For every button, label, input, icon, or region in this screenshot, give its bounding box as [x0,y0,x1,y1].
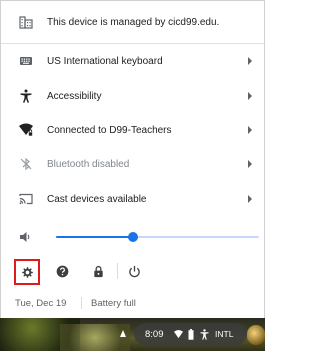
chevron-right-icon [246,57,254,65]
cast-row[interactable]: Cast devices available [1,182,266,216]
volume-slider[interactable] [56,236,259,238]
power-icon [128,265,141,278]
notification-icon[interactable] [118,329,128,339]
shelf: 8:09 INTL [0,318,265,351]
bluetooth-label: Bluetooth disabled [47,158,130,170]
help-button[interactable] [51,260,73,282]
bluetooth-disabled-icon [19,157,33,171]
tray-clock[interactable]: 8:09 [145,329,164,340]
battery-icon [188,329,194,340]
input-method-indicator: INTL [215,329,234,339]
help-icon [56,265,69,278]
wifi-icon [174,330,183,339]
volume-slider-thumb[interactable] [128,232,139,242]
managed-label: This device is managed by cicd99.edu. [47,16,220,28]
network-row[interactable]: Connected to D99-Teachers [1,113,266,147]
system-tray-menu: This device is managed by cicd99.edu. US… [0,0,266,318]
chevron-right-icon [246,160,254,168]
accessibility-label: Accessibility [47,90,102,102]
volume-icon[interactable] [18,230,32,244]
lock-button[interactable] [87,260,109,282]
chevron-right-icon [246,126,254,134]
managed-device-row[interactable]: This device is managed by cicd99.edu. [1,5,266,39]
network-label: Connected to D99-Teachers [47,124,172,136]
cast-label: Cast devices available [47,193,147,205]
date-label[interactable]: Tue, Dec 19 [15,298,66,309]
battery-label: Battery full [91,298,136,309]
accessibility-icon [19,89,33,103]
power-button[interactable] [123,260,145,282]
chevron-right-icon [246,92,254,100]
wifi-lock-icon [19,123,33,137]
accessibility-icon [200,329,209,340]
keyboard-icon [19,54,33,68]
keyboard-row[interactable]: US International keyboard [1,44,266,78]
cast-icon [19,192,33,206]
avatar[interactable] [247,325,265,345]
settings-button[interactable] [14,259,40,285]
volume-slider-fill [56,236,134,238]
status-divider [81,297,82,309]
bluetooth-row[interactable]: Bluetooth disabled [1,147,266,181]
accessibility-row[interactable]: Accessibility [1,79,266,113]
chevron-right-icon [246,195,254,203]
gear-icon [21,266,34,279]
button-divider [117,263,118,279]
volume-row [1,224,266,250]
business-icon [19,15,33,29]
lock-icon [92,265,105,278]
keyboard-label: US International keyboard [47,55,163,67]
